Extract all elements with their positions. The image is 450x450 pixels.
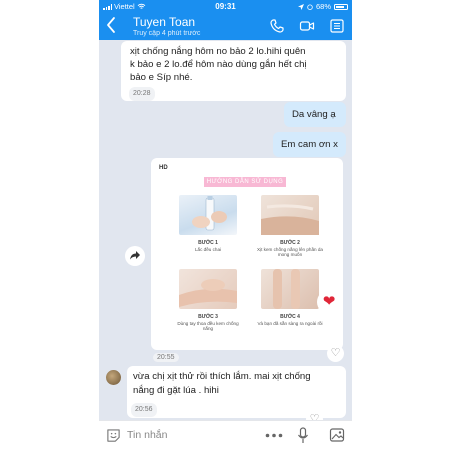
guide-title: HƯỚNG DẪN SỬ DỤNG [204, 177, 286, 187]
step-1-caption: BƯỚC 1 Lắc đều chai [173, 240, 243, 252]
status-bar: Viettel 09:31 68% [99, 0, 352, 13]
composer-bar: Tin nhắn [99, 420, 352, 450]
avatar[interactable] [106, 370, 121, 385]
heart-icon[interactable]: ❤ [317, 290, 341, 314]
message-text: Da vâng ạ [292, 109, 336, 120]
outgoing-message-2[interactable]: Em cam ơn x [273, 132, 346, 157]
contact-name[interactable]: Tuyen Toan [133, 15, 195, 29]
message-line: nắng đi gặt lúa . hihi [133, 385, 219, 396]
share-arrow-icon[interactable] [125, 246, 145, 266]
step-2-caption: BƯỚC 2 Xịt kem chống nắng lên phần da mon… [255, 240, 325, 258]
message-line: k bảo e 2 lo.để hôm nào dùng gắn hết chị [130, 59, 307, 70]
hd-badge: HD [159, 165, 168, 171]
step-desc: Dùng tay thoa đều kem chống nắng [177, 320, 239, 332]
alarm-icon [307, 4, 313, 10]
chevron-left-icon[interactable] [105, 16, 119, 36]
step-3-caption: BƯỚC 3 Dùng tay thoa đều kem chống nắng [173, 314, 243, 332]
outgoing-message-1[interactable]: Da vâng ạ [284, 102, 346, 127]
status-right: 68% [297, 2, 348, 11]
message-line: vừa chị xịt thử rồi thích lắm. mai xịt c… [133, 371, 311, 382]
list-info-icon[interactable] [329, 18, 345, 34]
message-line: bảo e Síp nhé. [130, 72, 193, 83]
image-message[interactable]: HD HƯỚNG DẪN SỬ DỤNG BƯỚC 1 Lắc đều chai … [151, 158, 343, 350]
step-1-photo [179, 195, 237, 235]
battery-percent: 68% [315, 2, 331, 11]
step-desc: Lắc đều chai [194, 246, 222, 252]
more-dots-icon[interactable] [265, 433, 283, 438]
step-desc: Và bạn đã sẵn sàng ra ngoài rồi [257, 320, 323, 326]
chat-header: Tuyen Toan Truy cập 4 phút trước [99, 13, 352, 40]
sticker-smile-icon[interactable] [106, 428, 121, 443]
battery-icon [334, 3, 348, 10]
image-gallery-icon[interactable] [329, 427, 345, 443]
message-time: 20:28 [129, 87, 155, 101]
message-time: 20:56 [131, 403, 157, 417]
message-line: xịt chống nắng hôm no bảo 2 lo.hihi quên [130, 46, 306, 57]
image-time: 20:55 [153, 353, 179, 362]
step-3-photo [179, 269, 237, 309]
step-2-photo [261, 195, 319, 235]
step-4-photo [261, 269, 319, 309]
video-camera-icon[interactable] [299, 18, 315, 34]
step-desc: Xịt kem chống nắng lên phần da mong muốn [257, 246, 323, 258]
step-4-caption: BƯỚC 4 Và bạn đã sẵn sàng ra ngoài rồi [255, 314, 325, 326]
contact-status: Truy cập 4 phút trước [133, 30, 201, 37]
phone-screen: Viettel 09:31 68% Tuyen Toan Truy cập 4 … [99, 0, 352, 450]
message-input[interactable]: Tin nhắn [127, 429, 167, 441]
heart-outline-icon[interactable]: ♡ [327, 345, 344, 362]
incoming-message-1[interactable]: xịt chống nắng hôm no bảo 2 lo.hihi quên… [121, 41, 346, 101]
message-text: Em cam ơn x [281, 139, 338, 150]
microphone-icon[interactable] [297, 427, 309, 444]
location-arrow-icon [297, 3, 304, 10]
phone-icon[interactable] [269, 18, 285, 34]
